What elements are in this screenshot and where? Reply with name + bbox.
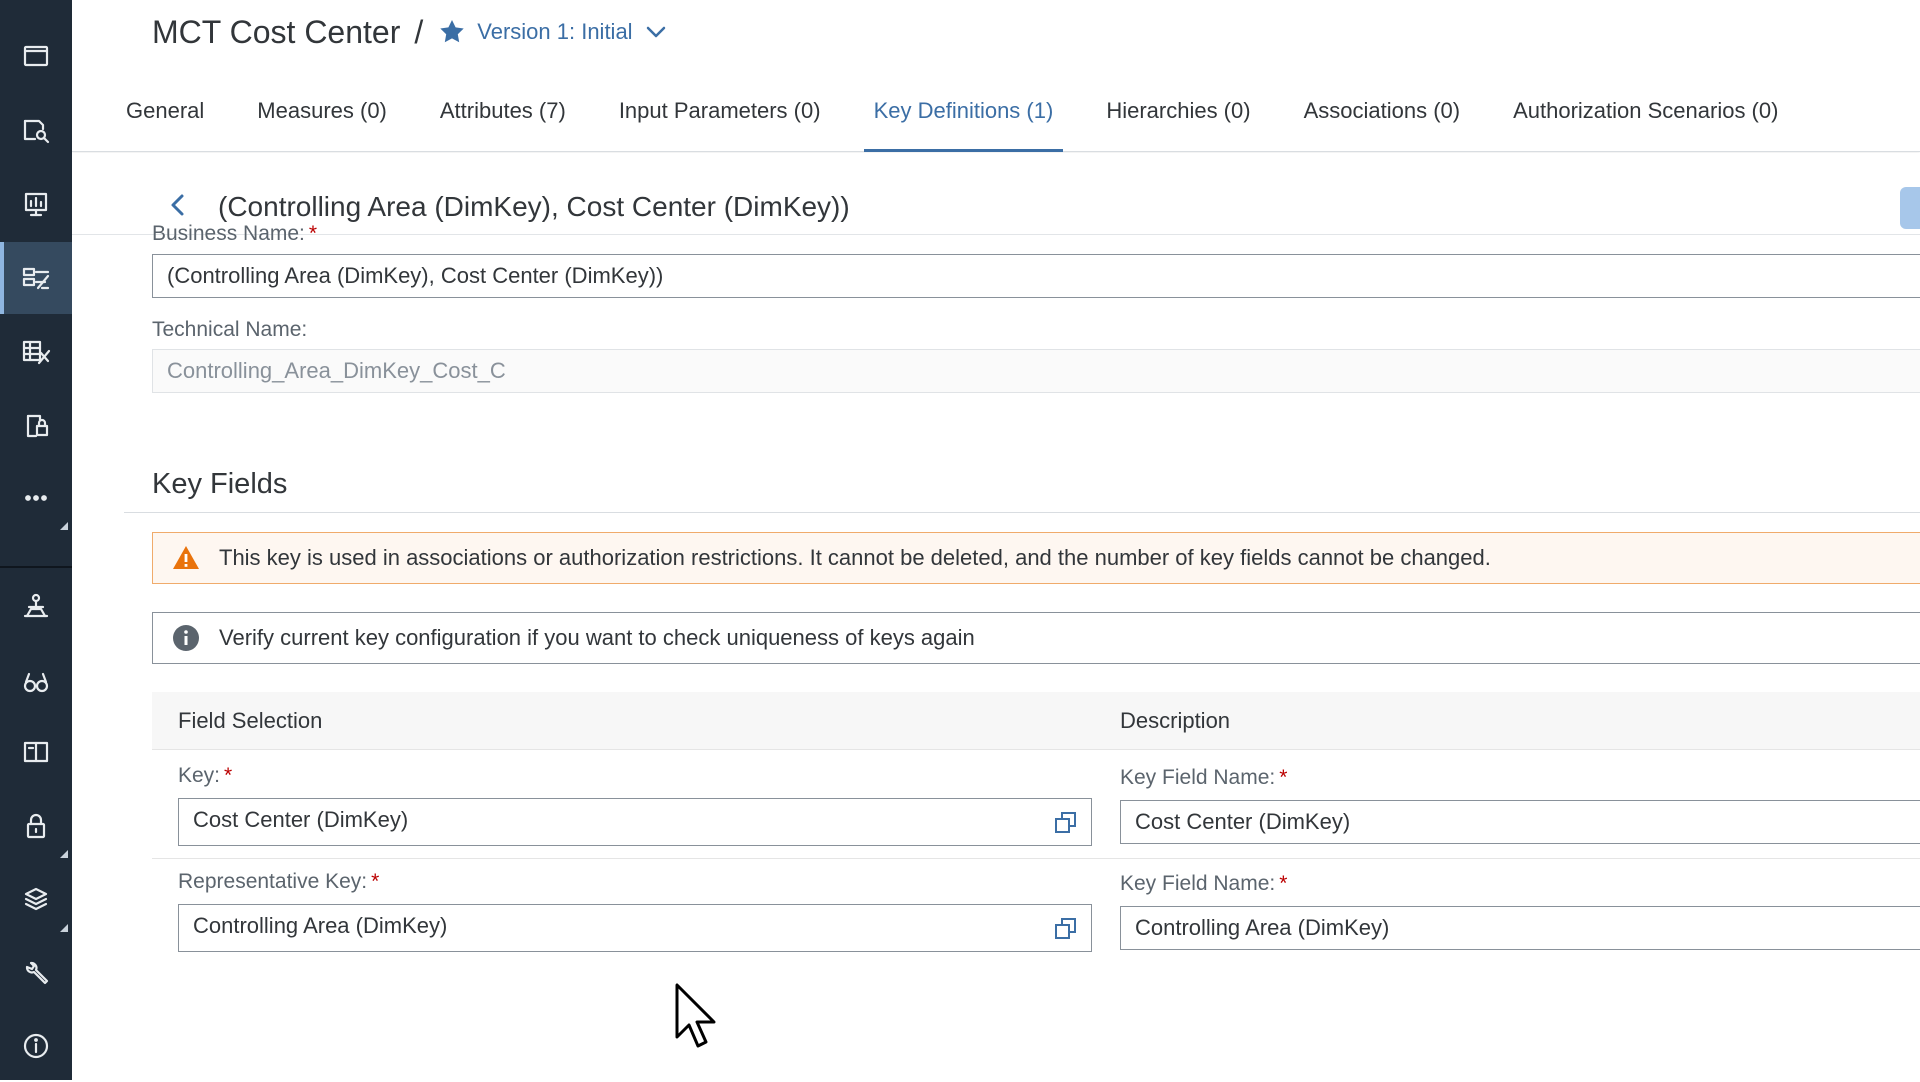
key-input[interactable]: Cost Center (DimKey) <box>178 798 1092 846</box>
representative-key-field-name-input[interactable]: Controlling Area (DimKey) <box>1120 906 1920 950</box>
tab-associations[interactable]: Associations (0) <box>1294 88 1471 152</box>
key-field-name-label: Key Field Name:* <box>1120 766 1287 790</box>
title-row: MCT Cost Center / Version 1: Initial <box>152 12 669 52</box>
representative-key-input[interactable]: Controlling Area (DimKey) <box>178 904 1092 952</box>
business-name-label: Business Name:* <box>152 222 317 246</box>
key-field-name-input[interactable]: Cost Center (DimKey) <box>1120 800 1920 844</box>
column-header-field-selection: Field Selection <box>178 708 322 734</box>
tab-bar: General Measures (0) Attributes (7) Inpu… <box>116 88 1821 152</box>
info-icon[interactable] <box>0 1010 72 1082</box>
detail-subheader: (Controlling Area (DimKey), Cost Center … <box>72 153 1920 235</box>
key-value: Cost Center (DimKey) <box>193 807 408 832</box>
section-divider <box>124 512 1920 513</box>
version-selector[interactable]: Version 1: Initial <box>477 19 632 45</box>
packages-icon[interactable] <box>0 864 72 936</box>
data-integration-icon[interactable] <box>0 570 72 642</box>
catalog-icon[interactable] <box>0 716 72 788</box>
tab-input-parameters[interactable]: Input Parameters (0) <box>609 88 831 152</box>
side-navigation <box>0 0 72 1080</box>
key-definition-form: Business Name:* (Controlling Area (DimKe… <box>72 236 1920 1080</box>
rail-divider <box>0 566 72 568</box>
column-header-description: Description <box>1120 708 1230 734</box>
repository-search-icon[interactable] <box>0 94 72 166</box>
back-icon[interactable] <box>164 191 192 219</box>
chevron-down-icon[interactable] <box>643 19 669 45</box>
wrench-icon[interactable] <box>0 938 72 1010</box>
key-fields-section-title: Key Fields <box>152 468 287 501</box>
value-help-icon[interactable] <box>1053 810 1079 836</box>
info-text: Verify current key configuration if you … <box>219 625 975 651</box>
tab-general[interactable]: General <box>116 88 214 152</box>
warning-text: This key is used in associations or auth… <box>219 545 1491 571</box>
key-definition-title: (Controlling Area (DimKey), Cost Center … <box>218 191 850 223</box>
information-icon <box>171 623 201 653</box>
row-divider <box>152 858 1920 859</box>
warning-icon <box>171 543 201 573</box>
tab-measures[interactable]: Measures (0) <box>247 88 397 152</box>
business-builder-icon[interactable] <box>0 316 72 388</box>
tab-authorization-scenarios[interactable]: Authorization Scenarios (0) <box>1503 88 1788 152</box>
technical-name-label: Technical Name: <box>152 318 307 342</box>
value-help-icon[interactable] <box>1053 916 1079 942</box>
more-icon[interactable] <box>0 462 72 534</box>
data-access-icon[interactable] <box>0 390 72 462</box>
folder-icon[interactable] <box>0 20 72 92</box>
representative-key-value: Controlling Area (DimKey) <box>193 913 447 938</box>
representative-key-field-name-label: Key Field Name:* <box>1120 872 1287 896</box>
star-icon <box>437 17 467 47</box>
data-builder-icon[interactable] <box>0 242 72 314</box>
save-button[interactable] <box>1900 187 1920 229</box>
key-label: Key:* <box>178 764 232 788</box>
page-title: MCT Cost Center <box>152 14 400 51</box>
business-name-field[interactable]: (Controlling Area (DimKey), Cost Center … <box>152 254 1920 298</box>
glasses-icon[interactable] <box>0 646 72 718</box>
breadcrumb-separator: / <box>414 14 423 51</box>
object-header: MCT Cost Center / Version 1: Initial Gen… <box>72 0 1920 152</box>
representative-key-label: Representative Key:* <box>178 870 379 894</box>
tab-key-definitions[interactable]: Key Definitions (1) <box>864 88 1064 152</box>
warning-message-strip: This key is used in associations or auth… <box>152 532 1920 584</box>
tab-hierarchies[interactable]: Hierarchies (0) <box>1096 88 1260 152</box>
key-fields-table-header: Field Selection Description <box>152 692 1920 750</box>
mouse-cursor-icon <box>674 982 722 1050</box>
technical-name-field: Controlling_Area_DimKey_Cost_C <box>152 349 1920 393</box>
tab-attributes[interactable]: Attributes (7) <box>430 88 576 152</box>
presentation-icon[interactable] <box>0 168 72 240</box>
info-message-strip: Verify current key configuration if you … <box>152 612 1920 664</box>
lock-icon[interactable] <box>0 790 72 862</box>
